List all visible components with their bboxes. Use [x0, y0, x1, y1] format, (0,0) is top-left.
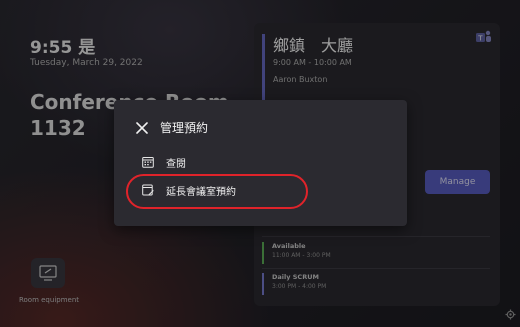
calendar-icon [142, 157, 154, 168]
menu-item-view[interactable]: 查閱 [142, 153, 186, 171]
highlight-annotation [126, 174, 308, 209]
close-icon[interactable] [134, 120, 150, 136]
menu-title: 管理預約 [160, 121, 209, 135]
menu-item-label: 查閱 [166, 158, 186, 170]
